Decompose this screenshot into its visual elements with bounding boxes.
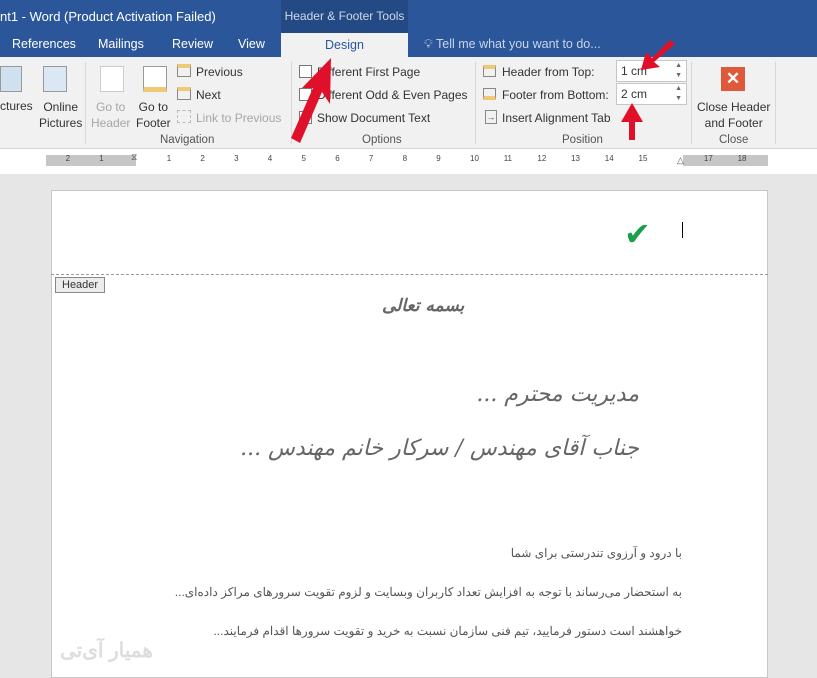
annotation-arrows (291, 40, 675, 143)
arrow-to-footer-value (621, 103, 643, 140)
arrow-to-design-tab (291, 58, 331, 143)
arrow-to-header-value (641, 40, 675, 70)
